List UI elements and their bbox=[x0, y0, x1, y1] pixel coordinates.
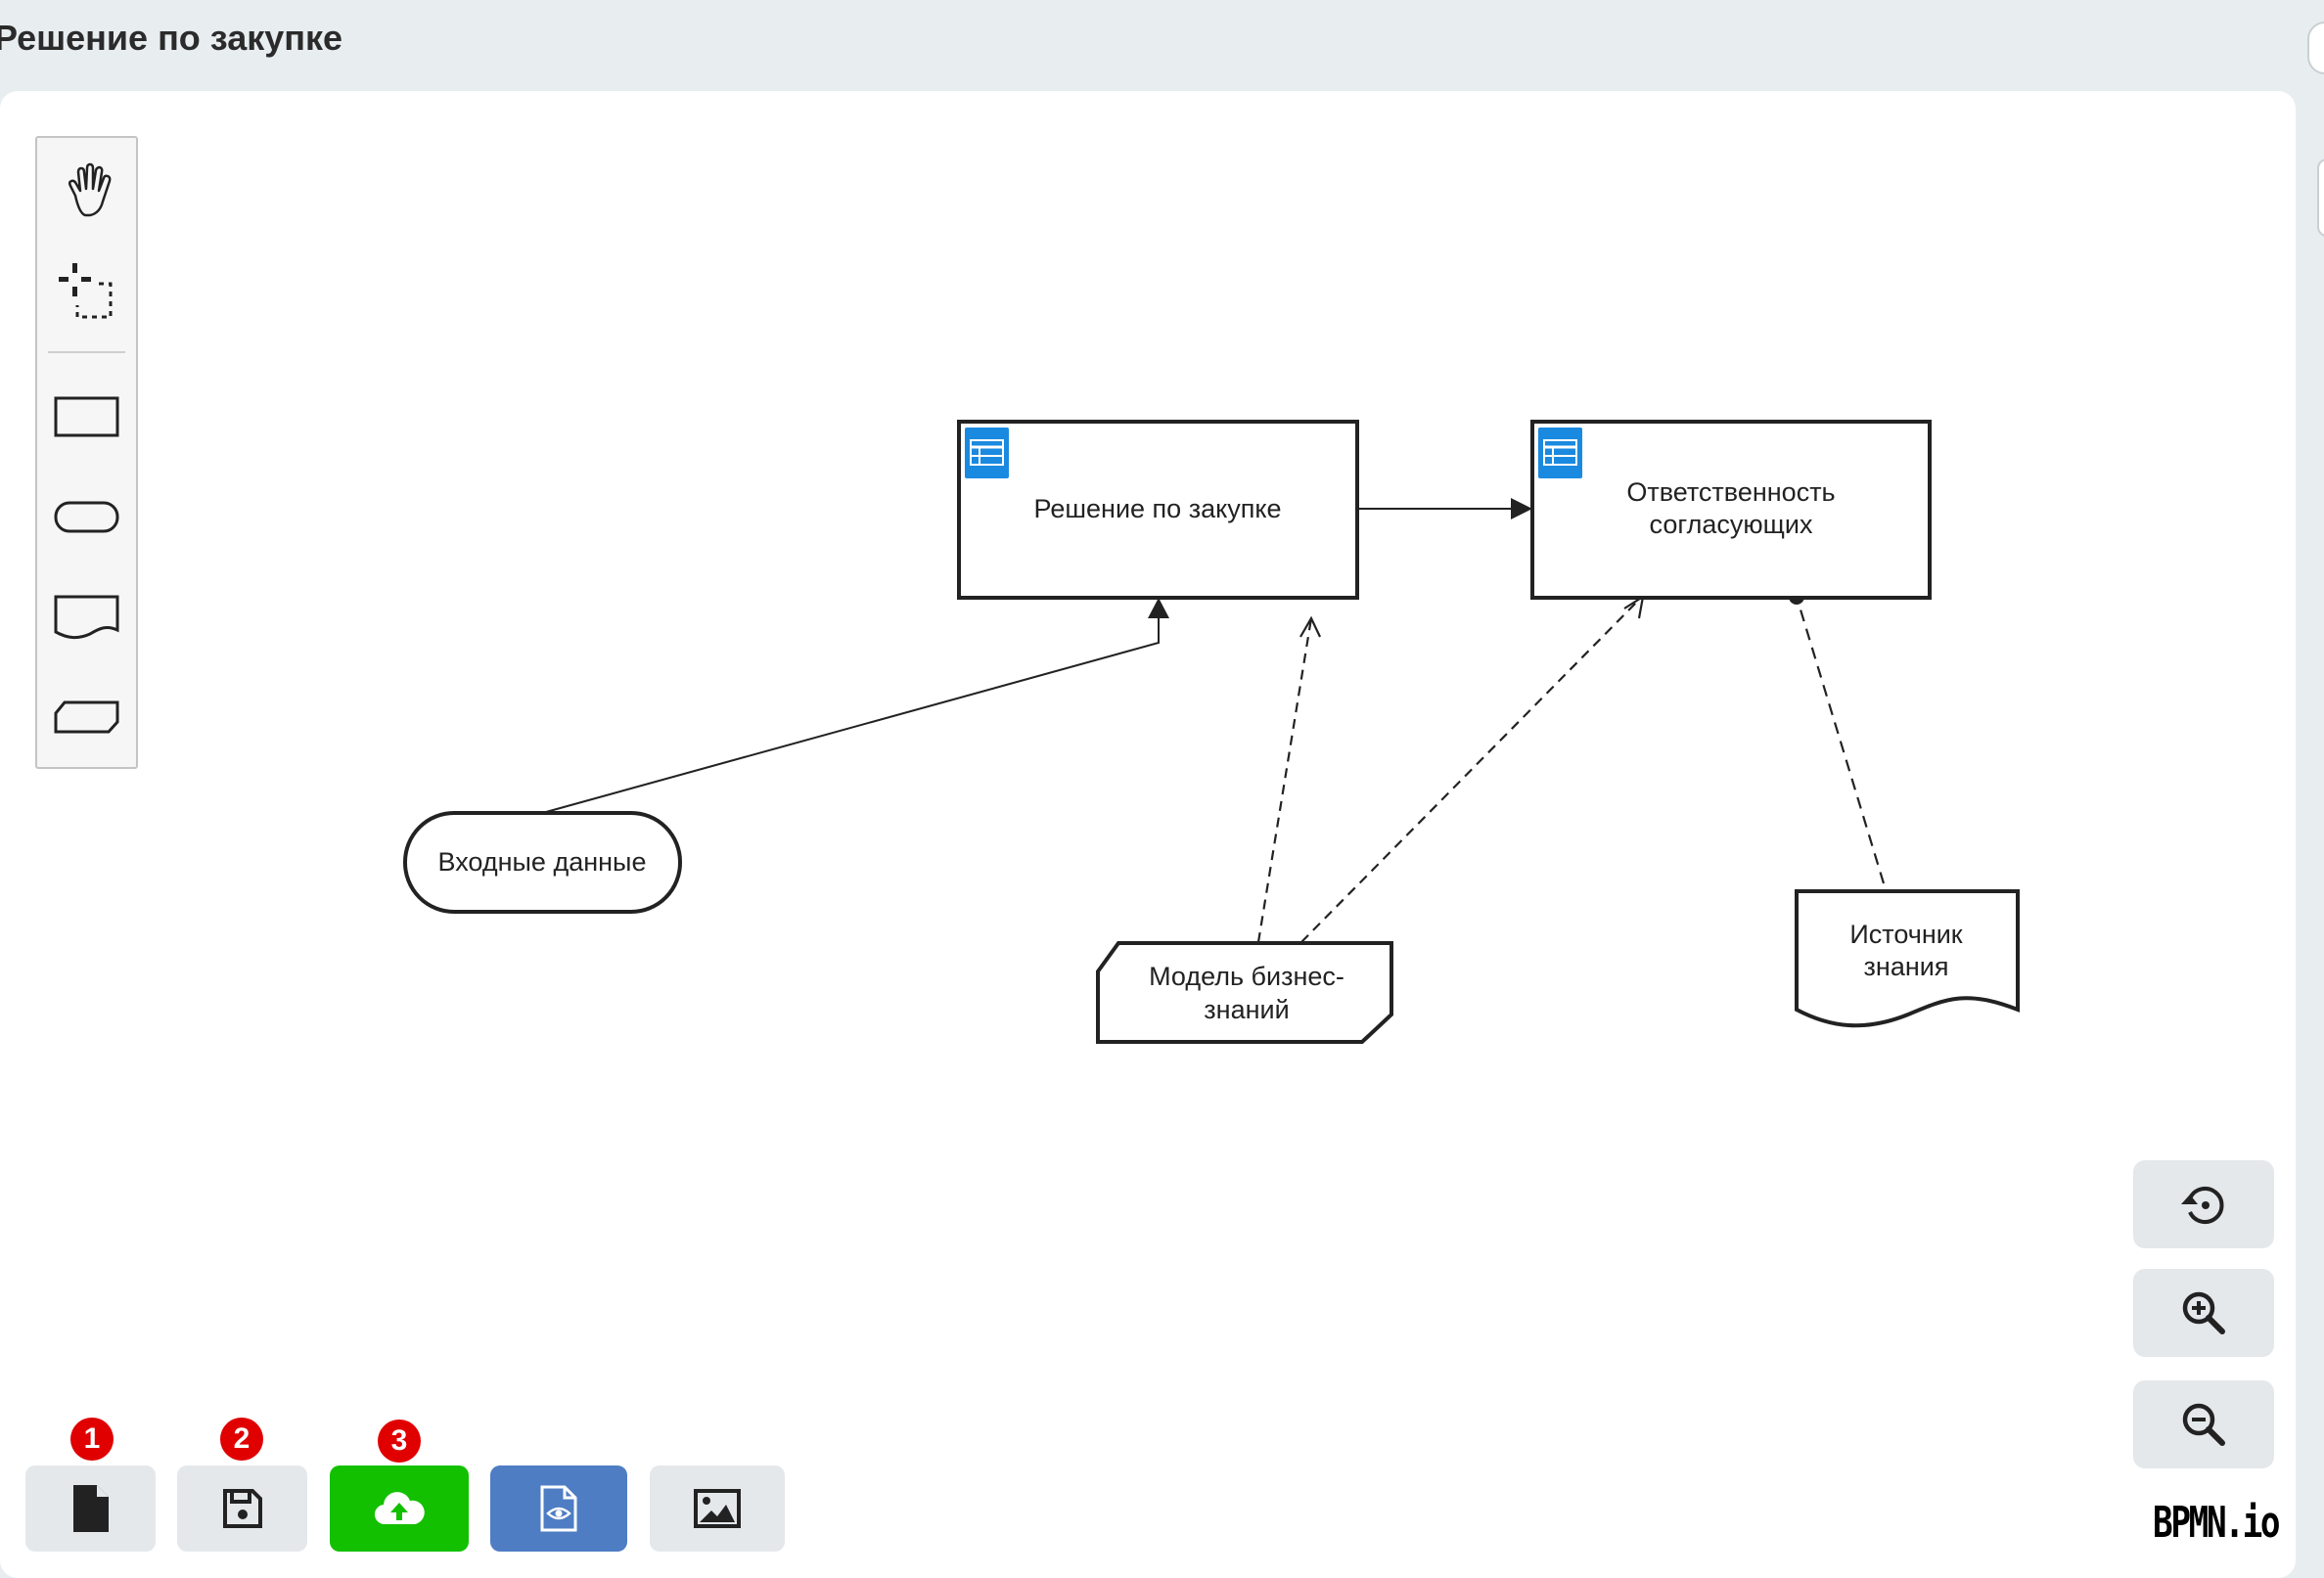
decision-shape-icon bbox=[54, 396, 118, 437]
dmn-diagram: Решение по закупке Ответственность согла… bbox=[403, 420, 2020, 1044]
bkm-label-line1: Модель бизнес- bbox=[1149, 962, 1344, 991]
preview-file-icon bbox=[540, 1485, 577, 1532]
image-export-icon bbox=[694, 1489, 741, 1528]
tool-palette bbox=[35, 136, 138, 769]
new-diagram-button[interactable] bbox=[25, 1465, 156, 1552]
business-knowledge-model-shape-icon bbox=[54, 700, 118, 734]
zoom-in-button[interactable] bbox=[2133, 1269, 2274, 1357]
reset-zoom-icon bbox=[2181, 1187, 2224, 1224]
decision-table-icon bbox=[965, 428, 1009, 478]
hand-tool-icon bbox=[68, 162, 111, 217]
zoom-in-icon bbox=[2182, 1291, 2225, 1334]
preview-button[interactable] bbox=[490, 1465, 627, 1552]
knowledge-source-label-line2: знания bbox=[1864, 952, 1949, 981]
knowledge-requirement-bkm-d2[interactable] bbox=[1300, 594, 1645, 943]
input-data-node[interactable]: Входные данные bbox=[403, 811, 682, 914]
export-image-button[interactable] bbox=[650, 1465, 785, 1552]
decision-label: Решение по закупке bbox=[1034, 494, 1282, 523]
decision-node-approvers[interactable]: Ответственность согласующих bbox=[1530, 420, 1932, 600]
decision-table-icon bbox=[1538, 428, 1582, 478]
deploy-button[interactable] bbox=[330, 1465, 469, 1552]
bpmn-io-logo[interactable]: BPMN.io bbox=[2153, 1498, 2281, 1548]
input-data-label: Входные данные bbox=[438, 847, 647, 877]
hand-tool[interactable] bbox=[37, 148, 136, 236]
decision-node-purchase[interactable]: Решение по закупке bbox=[957, 420, 1359, 600]
step-badge-1: 1 bbox=[70, 1418, 114, 1461]
lasso-tool-icon bbox=[58, 263, 112, 319]
zoom-out-button[interactable] bbox=[2133, 1380, 2274, 1468]
zoom-out-icon bbox=[2182, 1403, 2225, 1446]
create-knowledge-source-tool[interactable] bbox=[37, 573, 136, 661]
cloud-upload-icon bbox=[374, 1492, 425, 1525]
save-icon bbox=[222, 1489, 262, 1528]
authority-requirement-ks-d2[interactable] bbox=[1789, 589, 1886, 884]
information-requirement-input-d1[interactable] bbox=[545, 598, 1169, 813]
create-bkm-tool[interactable] bbox=[37, 673, 136, 761]
input-data-shape-icon bbox=[54, 501, 118, 533]
create-decision-tool[interactable] bbox=[37, 373, 136, 461]
information-requirement-d1-d2[interactable] bbox=[1357, 498, 1532, 519]
decision-label-line2: согласующих bbox=[1650, 510, 1813, 539]
knowledge-source-node[interactable]: Источник знания bbox=[1795, 889, 2020, 1028]
knowledge-source-shape-icon bbox=[54, 595, 118, 640]
reset-zoom-button[interactable] bbox=[2133, 1160, 2274, 1248]
step-badge-2: 2 bbox=[220, 1418, 263, 1461]
new-file-icon bbox=[72, 1485, 109, 1532]
business-knowledge-model-node[interactable]: Модель бизнес- знаний bbox=[1096, 941, 1393, 1044]
bkm-label-line2: знаний bbox=[1204, 995, 1289, 1024]
lasso-tool[interactable] bbox=[37, 248, 136, 336]
save-button[interactable] bbox=[177, 1465, 307, 1552]
palette-separator bbox=[48, 351, 125, 353]
decision-label-line1: Ответственность bbox=[1626, 477, 1835, 507]
knowledge-requirement-bkm-d1[interactable] bbox=[1256, 615, 1321, 943]
create-input-data-tool[interactable] bbox=[37, 473, 136, 562]
knowledge-source-label-line1: Источник bbox=[1849, 920, 1962, 949]
step-badge-3: 3 bbox=[378, 1420, 421, 1463]
